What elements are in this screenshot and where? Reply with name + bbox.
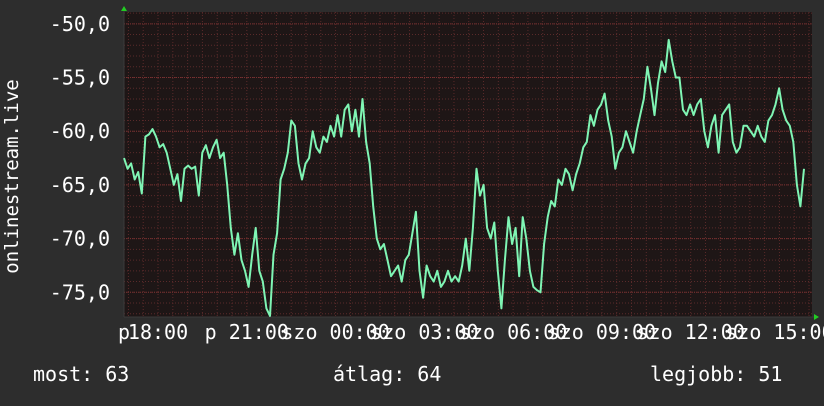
y-tick-label: -65,0: [50, 173, 110, 197]
x-tick-label: 18:00: [128, 320, 188, 344]
y-tick-label: -55,0: [50, 66, 110, 90]
stat-current: most: 63: [33, 362, 130, 386]
y-tick-label: -60,0: [50, 119, 110, 143]
y-axis-arrow: [121, 6, 127, 11]
x-tick-label: p 21:00: [205, 320, 289, 344]
y-axis-label: onlinestream.live: [1, 79, 23, 273]
y-tick-label: -70,0: [50, 227, 110, 251]
plot-area: [124, 12, 812, 317]
y-tick-label: -75,0: [50, 280, 110, 304]
chart: -50,0 -55,0 -60,0 -65,0 -70,0 -75,0 onlinestre…: [0, 0, 824, 402]
stat-average: átlag: 64: [333, 362, 442, 386]
y-tick-label: -50,0: [50, 12, 110, 36]
stat-best: legjobb: 51: [650, 362, 783, 386]
x-tick-label: szo 15:00: [725, 320, 824, 344]
line-chart: -50,0 -55,0 -60,0 -65,0 -70,0 -75,0 onlinestre…: [1, 6, 824, 344]
